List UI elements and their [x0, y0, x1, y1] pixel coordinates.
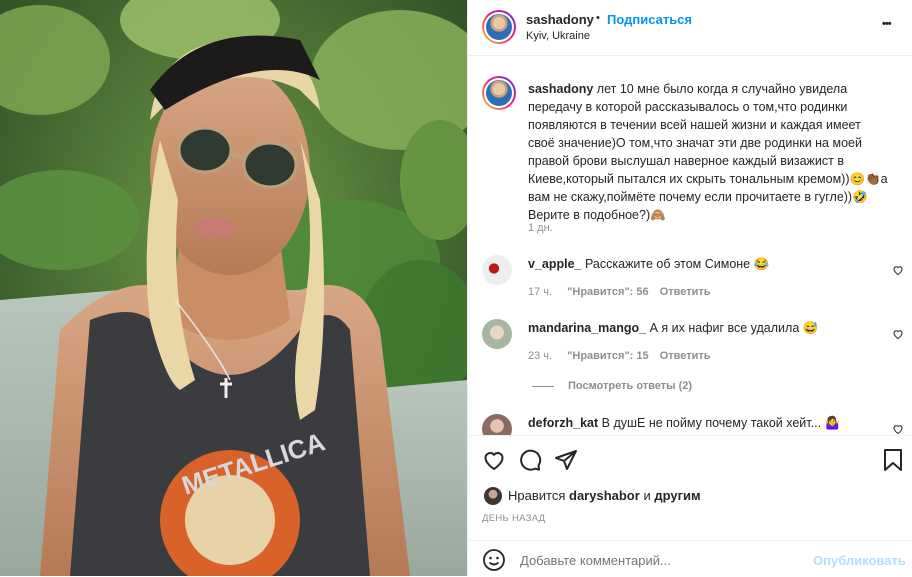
emoji-icon[interactable]: [482, 548, 506, 572]
comment-text: А я их нафиг все удалила 😅: [649, 321, 819, 335]
comment-avatar[interactable]: [482, 319, 512, 349]
like-heart-icon[interactable]: [482, 448, 506, 472]
comment-username[interactable]: v_apple_: [528, 257, 582, 271]
caption-author-avatar[interactable]: [482, 76, 516, 110]
comment-like-heart-icon[interactable]: [892, 264, 904, 276]
add-comment-bar: Опубликовать: [468, 540, 912, 577]
likes-prefix: Нравится: [508, 488, 566, 503]
likes-others-link[interactable]: другим: [654, 488, 700, 503]
comment-input[interactable]: [518, 549, 802, 571]
likes-summary: Нравится daryshabor и другим: [508, 488, 701, 503]
reply-button[interactable]: Ответить: [660, 350, 711, 362]
comment-meta: 23 ч. "Нравится": 15 Ответить: [528, 350, 711, 362]
post-panel: sashadony • Подписаться Kyiv, Ukraine ••…: [467, 0, 912, 576]
comment-like-heart-icon[interactable]: [892, 328, 904, 340]
caption-text: лет 10 мне было когда я случайно увидела…: [528, 82, 888, 222]
publish-button[interactable]: Опубликовать: [813, 553, 906, 568]
save-bookmark-icon[interactable]: [882, 448, 904, 472]
author-avatar[interactable]: [482, 10, 516, 44]
reply-button[interactable]: Ответить: [660, 286, 711, 298]
post-location[interactable]: Kyiv, Ukraine: [526, 30, 590, 42]
comment-item: mandarina_mango_ А я их нафиг все удалил…: [528, 320, 878, 336]
post-header: sashadony • Подписаться Kyiv, Ukraine ••…: [468, 0, 912, 56]
comment-time[interactable]: 17 ч.: [528, 286, 552, 298]
author-username[interactable]: sashadony: [526, 12, 594, 27]
comment-avatar[interactable]: [482, 255, 512, 285]
comment-time[interactable]: 23 ч.: [528, 350, 552, 362]
comment-likes[interactable]: "Нравится": 15: [567, 350, 648, 362]
comment-item: v_apple_ Расскажите об этом Симоне 😂: [528, 256, 878, 272]
comment-like-heart-icon[interactable]: [892, 423, 904, 435]
comment-avatar[interactable]: [482, 414, 512, 435]
liker-avatar[interactable]: [484, 487, 502, 505]
comment-text: Расскажите об этом Симоне 😂: [585, 257, 770, 271]
share-send-icon[interactable]: [554, 448, 578, 472]
follow-button[interactable]: Подписаться: [607, 12, 692, 27]
comment-meta: 17 ч. "Нравится": 56 Ответить: [528, 286, 711, 298]
replies-divider-line: [532, 386, 554, 387]
comment-bubble-icon[interactable]: [518, 448, 542, 472]
liker-username[interactable]: daryshabor: [569, 488, 640, 503]
comment-username[interactable]: mandarina_mango_: [528, 321, 646, 335]
more-options-icon[interactable]: •••: [882, 18, 892, 30]
likes-and: и: [643, 488, 651, 503]
comment-item: deforzh_kat В душЕ не пойму почему такой…: [528, 415, 878, 431]
comment-likes[interactable]: "Нравится": 56: [567, 286, 648, 298]
comments-section[interactable]: sashadony лет 10 мне было когда я случай…: [468, 57, 912, 435]
post-image: METALLICA: [0, 0, 467, 576]
post-photo[interactable]: METALLICA: [0, 0, 467, 576]
separator-dot: •: [596, 12, 600, 24]
comment-text: В душЕ не пойму почему такой хейт... 🤷‍♀…: [601, 416, 841, 430]
comment-username[interactable]: deforzh_kat: [528, 416, 598, 430]
caption-username[interactable]: sashadony: [528, 82, 593, 96]
post-caption: sashadony лет 10 мне было когда я случай…: [528, 80, 890, 224]
post-date[interactable]: ДЕНЬ НАЗАД: [482, 513, 545, 524]
caption-time[interactable]: 1 дн.: [528, 222, 553, 234]
view-replies-button[interactable]: Посмотреть ответы (2): [568, 380, 692, 392]
